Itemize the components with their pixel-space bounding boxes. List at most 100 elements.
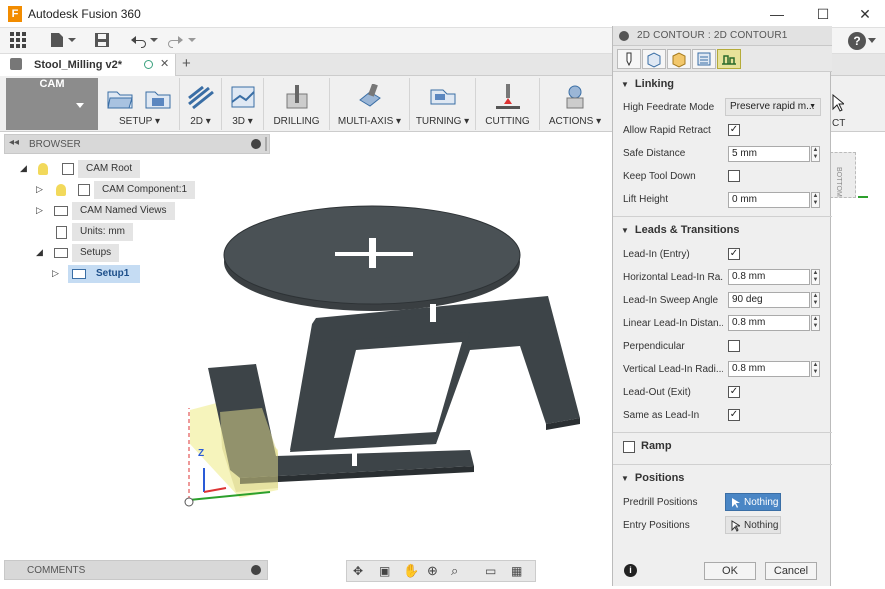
input-safe-distance[interactable]: 5 mm [728, 146, 810, 162]
info-icon[interactable]: i [624, 564, 637, 577]
spinner-horizontal-lead-in-radius[interactable]: ▲ ▼ [811, 269, 820, 285]
divider [613, 216, 832, 217]
collapse-browser-icon[interactable]: ◂◂ [9, 137, 19, 148]
undo-icon[interactable] [130, 32, 158, 50]
label-vertical-lead-in-radius: Vertical Lead-In Radi... [623, 364, 723, 375]
visibility-bulb-icon[interactable] [38, 163, 48, 175]
ribbon-group-cutting[interactable]: CUTTING [476, 78, 540, 130]
pan-icon[interactable]: ✋ [403, 563, 419, 579]
redo-icon[interactable] [168, 32, 196, 50]
checkbox-lead-out[interactable]: ✓ [728, 386, 740, 398]
spinner-linear-lead-in-distance[interactable]: ▲ ▼ [811, 315, 820, 331]
input-linear-lead-in-distance[interactable]: 0.8 mm [728, 315, 810, 331]
display-settings-icon[interactable]: ▭ [485, 564, 496, 578]
setup-folder-icon [107, 91, 133, 109]
ribbon-group-multi-axis[interactable]: MULTI-AXIS ▾ [330, 78, 410, 130]
checkbox-ramp[interactable] [623, 441, 635, 453]
tree-item-cam-component[interactable]: ▷ CAM Component:1 [0, 181, 270, 199]
section-linking[interactable]: ▼ Linking [621, 78, 674, 94]
spinner-safe-distance[interactable]: ▲ ▼ [811, 146, 820, 162]
orbit-icon[interactable]: ✥ [353, 564, 363, 578]
origin-point [184, 497, 194, 507]
ok-button[interactable]: OK [704, 562, 756, 580]
tab-tool[interactable] [617, 49, 641, 69]
tab-geometry[interactable] [642, 49, 666, 69]
ribbon-group-3d[interactable]: 3D ▾ [222, 78, 264, 130]
browser-header[interactable]: ◂◂ BROWSER [4, 134, 270, 154]
checkbox-perpendicular[interactable] [728, 340, 740, 352]
expand-icon[interactable]: ▷ [52, 268, 59, 279]
ribbon-group-setup[interactable]: SETUP ▾ [100, 78, 180, 130]
tab-heights[interactable] [667, 49, 691, 69]
collapse-icon[interactable]: ◢ [36, 247, 43, 258]
help-dropdown-icon[interactable] [868, 38, 876, 43]
look-at-icon[interactable]: ▣ [379, 564, 390, 578]
close-tab-button[interactable]: ✕ [160, 57, 169, 70]
comments-panel[interactable]: COMMENTS [4, 560, 268, 580]
ribbon-group-turning[interactable]: TURNING ▾ [410, 78, 476, 130]
collapse-icon: ▼ [621, 226, 629, 235]
browser-grip[interactable] [265, 137, 267, 151]
spinner-lead-in-sweep-angle[interactable]: ▲ ▼ [811, 292, 820, 308]
ribbon-label-setup: SETUP ▾ [119, 116, 160, 127]
input-lift-height[interactable]: 0 mm [728, 192, 810, 208]
predrill-positions-selector[interactable]: Nothing [725, 493, 781, 511]
tree-label: Setups [72, 244, 120, 262]
grid-settings-icon[interactable]: ▦ [511, 564, 522, 578]
tree-item-units[interactable]: Units: mm [0, 223, 270, 241]
zoom-icon[interactable]: ⊕ [427, 563, 438, 579]
ribbon-group-drilling[interactable]: DRILLING [264, 78, 330, 130]
section-positions[interactable]: ▼ Positions [621, 472, 684, 488]
checkbox-keep-tool-down[interactable] [728, 170, 740, 182]
tree-label: CAM Root [78, 160, 141, 178]
cancel-button[interactable]: Cancel [765, 562, 817, 580]
ribbon-label-turning: TURNING ▾ [415, 116, 470, 127]
entry-positions-selector[interactable]: Nothing [725, 516, 781, 534]
new-tab-button[interactable]: + [182, 55, 191, 72]
tree-item-setup1[interactable]: ▷ Setup1 [0, 265, 270, 283]
tab-linking[interactable] [717, 49, 741, 69]
tab-passes[interactable] [692, 49, 716, 69]
dialog-collapse-icon[interactable] [619, 31, 629, 41]
grid-menu-icon[interactable] [10, 32, 26, 50]
browser-options-icon[interactable] [251, 139, 261, 149]
workspace-switcher[interactable]: CAM [6, 78, 98, 130]
spinner-lift-height[interactable]: ▲ ▼ [811, 192, 820, 208]
checkbox-same-as-lead-in[interactable]: ✓ [728, 409, 740, 421]
add-comment-icon[interactable] [251, 565, 261, 575]
ribbon-group-actions[interactable]: ACTIONS ▾ [540, 78, 610, 130]
fit-icon[interactable]: ⌕ [451, 563, 458, 579]
turning-icon [430, 89, 456, 105]
minimize-button[interactable]: — [762, 4, 792, 24]
input-horizontal-lead-in-radius[interactable]: 0.8 mm [728, 269, 810, 285]
label-lead-in-sweep-angle: Lead-In Sweep Angle [623, 295, 719, 306]
label-entry-positions: Entry Positions [623, 520, 690, 531]
document-tab-label: Stool_Milling v2* [34, 59, 123, 71]
collapse-icon[interactable]: ◢ [20, 163, 27, 174]
app-title: Autodesk Fusion 360 [28, 7, 141, 21]
tree-item-setups[interactable]: ◢ Setups [0, 244, 270, 262]
expand-icon[interactable]: ▷ [36, 184, 43, 195]
maximize-button[interactable]: ☐ [808, 4, 838, 24]
expand-icon[interactable]: ▷ [36, 205, 43, 216]
ribbon-group-2d[interactable]: 2D ▾ [180, 78, 222, 130]
checkbox-allow-rapid-retract[interactable]: ✓ [728, 124, 740, 136]
dialog-header[interactable]: 2D CONTOUR : 2D CONTOUR1 [613, 26, 832, 46]
viewcube[interactable]: BOTTOM [830, 152, 856, 198]
tree-item-named-views[interactable]: ▷ CAM Named Views [0, 202, 270, 220]
save-icon[interactable] [94, 32, 110, 50]
visibility-bulb-icon[interactable] [56, 184, 66, 196]
checkbox-lead-in[interactable]: ✓ [728, 248, 740, 260]
file-menu-icon[interactable] [50, 32, 76, 50]
help-icon[interactable]: ? [848, 32, 866, 50]
section-leads-transitions[interactable]: ▼ Leads & Transitions [621, 224, 739, 240]
input-lead-in-sweep-angle[interactable]: 90 deg [728, 292, 810, 308]
select-high-feedrate[interactable]: Preserve rapid m... ▼ [725, 98, 821, 116]
input-vertical-lead-in-radius[interactable]: 0.8 mm [728, 361, 810, 377]
label-keep-tool-down: Keep Tool Down [623, 171, 696, 182]
document-tab[interactable]: Stool_Milling v2* ✕ [0, 54, 176, 76]
section-title: Leads & Transitions [634, 224, 740, 236]
tree-item-cam-root[interactable]: ◢ CAM Root [0, 160, 270, 178]
spinner-vertical-lead-in-radius[interactable]: ▲ ▼ [811, 361, 820, 377]
close-window-button[interactable]: ✕ [850, 4, 880, 24]
